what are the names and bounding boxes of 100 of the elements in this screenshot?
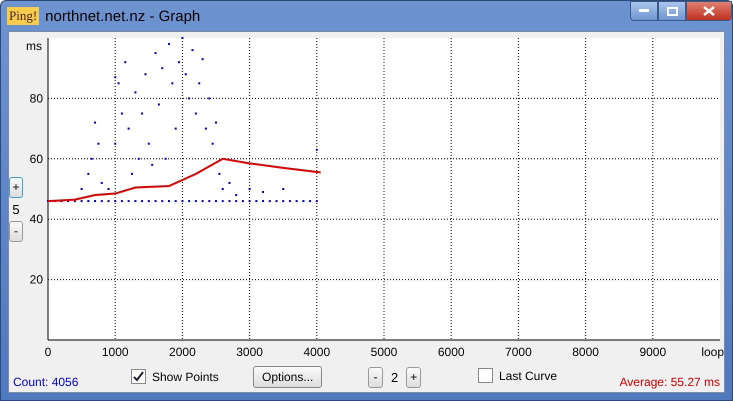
data-point: [208, 200, 210, 202]
data-point: [60, 200, 62, 202]
data-point: [194, 200, 197, 202]
data-point: [114, 76, 116, 78]
data-point: [100, 182, 103, 184]
data-point: [174, 200, 177, 202]
tick-label: 8000: [572, 345, 599, 359]
data-point: [144, 73, 146, 76]
data-point: [255, 200, 258, 202]
data-point: [154, 200, 157, 202]
data-point: [198, 82, 200, 84]
data-point: [212, 142, 214, 145]
data-point: [288, 200, 291, 202]
data-point: [118, 82, 120, 84]
average-label: Average: 55.27 ms: [619, 374, 720, 389]
tick-label: 3000: [236, 345, 263, 359]
data-point: [262, 200, 264, 202]
data-point: [87, 200, 90, 202]
data-point: [268, 200, 271, 202]
tick-label: 2000: [169, 345, 196, 359]
data-point: [184, 73, 187, 76]
data-point: [218, 172, 220, 175]
data-point: [148, 142, 150, 145]
data-point: [97, 142, 100, 145]
data-point: [316, 148, 318, 151]
data-point: [148, 200, 150, 202]
zoom-in-button[interactable]: +: [9, 176, 23, 198]
minimize-icon: [639, 9, 649, 13]
data-point: [54, 200, 56, 202]
data-point: [124, 61, 126, 64]
data-point: [134, 200, 136, 202]
tick-label: 1000: [102, 345, 129, 359]
data-point: [80, 200, 83, 202]
data-point: [100, 200, 103, 202]
checkbox[interactable]: [478, 368, 493, 383]
axis-label: ms: [26, 39, 42, 53]
close-button[interactable]: [686, 1, 732, 21]
data-point: [174, 128, 177, 130]
data-point: [202, 58, 204, 60]
data-point: [302, 200, 304, 202]
data-point: [158, 103, 160, 106]
minimize-button[interactable]: [630, 1, 658, 21]
data-point: [90, 158, 93, 160]
data-point: [171, 82, 174, 84]
data-point: [154, 52, 157, 54]
data-point: [202, 200, 204, 202]
data-point: [138, 158, 140, 160]
data-point: [188, 97, 190, 100]
data-point: [282, 200, 284, 202]
data-point: [208, 97, 210, 100]
options-button[interactable]: Options...: [253, 366, 322, 388]
tick-label: 60: [30, 152, 43, 166]
count-label: Count: 4056: [13, 374, 80, 389]
data-point: [222, 200, 224, 202]
data-point: [309, 200, 312, 202]
data-point: [228, 182, 230, 184]
data-point: [275, 200, 278, 202]
data-point: [242, 200, 244, 202]
data-point: [262, 191, 264, 194]
data-point: [161, 67, 164, 70]
data-point: [128, 128, 130, 130]
tick-label: 9000: [639, 345, 666, 359]
data-point: [114, 142, 116, 145]
data-point: [114, 200, 116, 202]
tick-label: 6000: [438, 345, 465, 359]
maximize-icon: [666, 6, 678, 16]
data-point: [204, 128, 207, 130]
zoom-out-button[interactable]: -: [9, 220, 23, 242]
data-point: [107, 200, 110, 202]
data-point: [235, 200, 238, 202]
data-point: [168, 43, 170, 46]
curve-down-button[interactable]: -: [368, 366, 383, 388]
zoom-value: 5: [12, 202, 20, 216]
tick-label: 7000: [505, 345, 532, 359]
tick-label: 80: [30, 91, 43, 106]
data-point: [188, 200, 190, 202]
curve-up-button[interactable]: +: [406, 366, 422, 388]
data-point: [191, 49, 194, 52]
data-point: [235, 194, 238, 196]
data-point: [181, 200, 184, 202]
checkbox-label: Show Points: [152, 370, 219, 384]
data-point: [178, 61, 180, 64]
curve-value: 2: [391, 370, 398, 384]
data-point: [141, 200, 144, 202]
checkbox[interactable]: [131, 369, 146, 384]
data-point: [87, 172, 90, 175]
axis-label: loop: [701, 345, 724, 359]
data-point: [168, 200, 170, 202]
tick-label: 20: [30, 272, 43, 287]
data-point: [316, 200, 318, 202]
close-icon: [703, 6, 715, 16]
tick-label: 0: [44, 345, 52, 359]
tick-label: 4000: [303, 345, 330, 359]
data-point: [94, 122, 96, 124]
data-point: [151, 164, 154, 166]
window-title: northnet.net.nz - Graph: [45, 8, 202, 24]
app-icon: Ping!: [7, 7, 40, 25]
data-point: [228, 200, 230, 202]
maximize-button[interactable]: [658, 1, 686, 21]
data-point: [74, 200, 76, 202]
